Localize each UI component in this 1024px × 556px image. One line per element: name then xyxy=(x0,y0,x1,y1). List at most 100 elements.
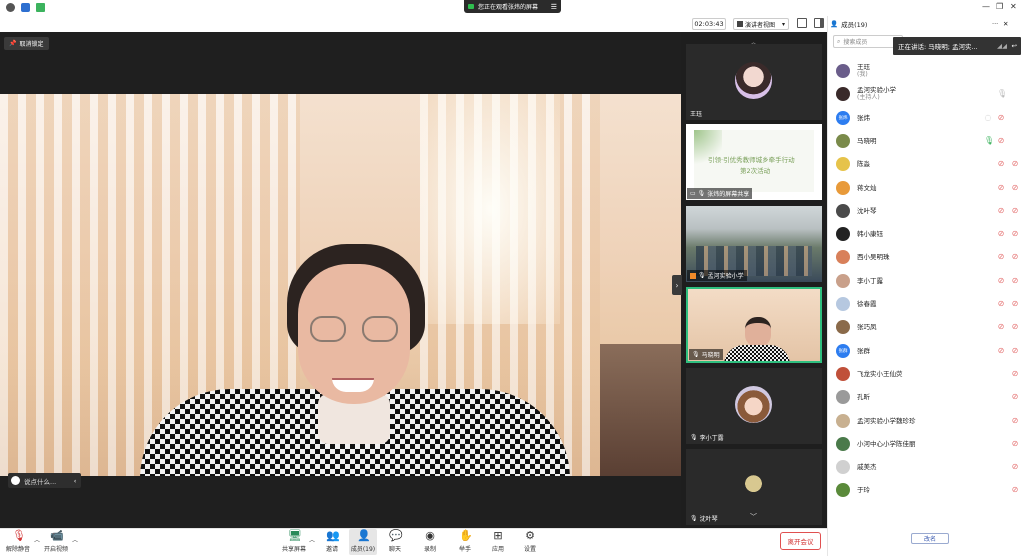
camera-off-icon[interactable]: ⊘ xyxy=(997,206,1005,215)
camera-off-icon[interactable]: ⊘ xyxy=(997,160,1005,168)
mic-icon[interactable]: 🎙 xyxy=(997,90,1007,98)
member-row[interactable]: 蒋文灿 ⊘ ⊘ xyxy=(836,178,1022,198)
back-icon[interactable]: ↩ xyxy=(1012,42,1017,50)
share-options-caret[interactable]: ︿ xyxy=(309,535,315,544)
member-row[interactable]: 飞龙实小王仙荧 ⊘ xyxy=(836,364,1022,384)
collapse-strip-button[interactable]: › xyxy=(672,275,682,295)
member-name-text: 李小丁露 xyxy=(857,276,883,285)
invite-button[interactable]: 👥 邀请 xyxy=(322,529,342,555)
camera-off-icon[interactable]: ⊘ xyxy=(997,300,1005,308)
more-icon[interactable]: ··· xyxy=(992,20,998,28)
chevron-down-icon[interactable]: ﹀ xyxy=(750,512,757,522)
chevron-left-icon[interactable]: ‹ xyxy=(69,477,81,485)
camera-off-icon[interactable]: ⊘ xyxy=(997,183,1005,192)
member-row[interactable]: 孟河实验小学 (主持人) 🎙 xyxy=(836,84,1022,104)
member-row[interactable]: 小河中心小学陈佳丽 ⊘ xyxy=(836,434,1022,454)
members-button[interactable]: 👤 成员(19) xyxy=(349,529,377,555)
menu-icon[interactable]: ☰ xyxy=(551,3,557,11)
mic-off-icon[interactable]: ⊘ xyxy=(1011,206,1019,215)
member-row[interactable]: 张巧凤 ⊘ ⊘ xyxy=(836,317,1022,337)
mic-off-icon[interactable]: ⊘ xyxy=(1011,323,1019,331)
mic-off-icon[interactable]: ⊘ xyxy=(1011,369,1019,378)
start-video-button[interactable]: 📹 开启视频 xyxy=(42,529,70,555)
mic-off-icon[interactable]: ⊘ xyxy=(1011,486,1019,494)
member-name: 孟河实验小学魏珍珍 xyxy=(857,417,916,425)
leave-meeting-button[interactable]: 离开会议 xyxy=(780,532,821,550)
mic-off-icon[interactable]: ⊘ xyxy=(1011,416,1019,425)
gallery-tile-wangjue[interactable]: 王珏 xyxy=(686,44,822,120)
gallery-tile-lixiaodinglu[interactable]: 🎙 李小丁露 xyxy=(686,368,822,444)
mic-off-icon[interactable]: ⊘ xyxy=(1011,439,1019,448)
avatar xyxy=(836,436,850,451)
mic-off-icon[interactable]: ⊘ xyxy=(1011,230,1019,238)
emoji-icon[interactable] xyxy=(11,476,20,485)
gallery-tile-maxiaoming[interactable]: 🎙 马晓明 xyxy=(686,287,822,363)
camera-off-icon[interactable]: ⊘ xyxy=(997,346,1005,355)
close-icon[interactable]: ✕ xyxy=(1010,2,1017,11)
title-bar: 您正在观看张炜的屏幕 ☰ — ❐ ✕ xyxy=(0,0,1024,16)
member-row[interactable]: 陈淼 ⊘ ⊘ xyxy=(836,154,1022,174)
record-button[interactable]: ◉ 录制 xyxy=(421,529,439,555)
member-row[interactable]: 王珏 (我) xyxy=(836,61,1022,81)
gallery-tile-screen-share[interactable]: 引领·引优秀教师城乡牵手行动 第2次活动 ▭ 🎙 张炜的屏幕共享 xyxy=(686,124,822,200)
mic-off-icon[interactable]: ⊘ xyxy=(1011,253,1019,261)
member-row[interactable]: 孟河实验小学魏珍珍 ⊘ xyxy=(836,411,1022,431)
members-icon: 👤 xyxy=(357,529,371,542)
camera-off-icon[interactable]: ⊘ xyxy=(997,253,1005,261)
mic-off-icon[interactable]: ⊘ xyxy=(1011,393,1019,401)
member-row[interactable]: 张炜 张炜 ◌ ⊘ xyxy=(836,108,1022,128)
settings-button[interactable]: ⚙ 设置 xyxy=(521,529,539,555)
sidebar-toggle-icon[interactable] xyxy=(814,18,824,28)
start-video-label: 开启视频 xyxy=(43,546,68,553)
member-name: 韩小康钰 xyxy=(857,230,883,238)
unlock-button[interactable]: 📌 取消锁定 xyxy=(4,37,49,50)
mic-off-icon[interactable]: ⊘ xyxy=(1011,300,1019,308)
shield-icon[interactable] xyxy=(21,3,30,12)
apps-button[interactable]: ⊞ 应用 xyxy=(489,529,507,555)
camera-off-icon: 📹 xyxy=(50,529,64,542)
unmute-button[interactable]: 🎙 解除静音 xyxy=(4,529,32,555)
member-row[interactable]: 李小丁露 ⊘ ⊘ xyxy=(836,271,1022,291)
member-row[interactable]: 马晓明 🎙 ⊘ xyxy=(836,131,1022,151)
audio-options-caret[interactable]: ︿ xyxy=(34,535,40,544)
signal-icon[interactable] xyxy=(36,3,45,12)
camera-off-icon[interactable]: ⊘ xyxy=(997,230,1005,238)
member-row[interactable]: 沈叶琴 ⊘ ⊘ xyxy=(836,201,1022,221)
info-icon[interactable] xyxy=(6,3,15,12)
member-row[interactable]: 西小吴明珠 ⊘ ⊘ xyxy=(836,247,1022,267)
member-name-text: 沈叶琴 xyxy=(857,206,877,215)
panel-close-icon[interactable]: ✕ xyxy=(1003,20,1008,28)
chat-button[interactable]: 💬 聊天 xyxy=(386,529,404,555)
screen-share-indicator[interactable]: 您正在观看张炜的屏幕 ☰ xyxy=(464,0,561,13)
member-row[interactable]: 孔昕 ⊘ xyxy=(836,387,1022,407)
video-options-caret[interactable]: ︿ xyxy=(72,535,78,544)
minimize-icon[interactable]: — xyxy=(982,2,990,11)
member-row[interactable]: 戚美杰 ⊘ xyxy=(836,457,1022,477)
camera-off-icon[interactable]: ⊘ xyxy=(997,323,1005,331)
share-screen-button[interactable]: 🖥 共享屏幕 xyxy=(281,529,307,555)
mic-off-icon[interactable]: ⊘ xyxy=(1011,183,1019,192)
camera-off-icon[interactable]: ⊘ xyxy=(997,136,1005,145)
member-row[interactable]: 韩小康钰 ⊘ ⊘ xyxy=(836,224,1022,244)
camera-off-icon[interactable]: ⊘ xyxy=(997,113,1005,122)
restore-icon[interactable]: ❐ xyxy=(996,2,1003,11)
member-row[interactable]: 张群 张群 ⊘ ⊘ xyxy=(836,341,1022,361)
member-row[interactable]: 于玲 ⊘ xyxy=(836,480,1022,500)
mic-active-icon[interactable]: 🎙 xyxy=(984,136,994,145)
gallery-tile-menghe[interactable]: 🎙 孟河实验小学 xyxy=(686,206,822,282)
mic-off-icon[interactable]: ⊘ xyxy=(1011,463,1019,471)
chat-input[interactable]: 说点什么... ‹ xyxy=(8,473,81,488)
member-row[interactable]: 徐春霞 ⊘ ⊘ xyxy=(836,294,1022,314)
camera-off-icon[interactable]: ⊘ xyxy=(997,276,1005,285)
mic-off-icon[interactable]: ⊘ xyxy=(1011,276,1019,285)
raise-hand-button[interactable]: ✋ 举手 xyxy=(456,529,474,555)
mic-icon[interactable]: ◌ xyxy=(984,113,992,122)
grid-icon xyxy=(737,21,743,27)
rename-button[interactable]: 改名 xyxy=(911,533,949,544)
mic-off-icon[interactable]: ⊘ xyxy=(1011,160,1019,168)
fullscreen-icon[interactable] xyxy=(797,18,807,28)
leaf-decoration xyxy=(694,130,722,170)
view-mode-dropdown[interactable]: 演讲者视图 ▾ xyxy=(733,18,789,30)
mic-off-icon[interactable]: ⊘ xyxy=(1011,346,1019,355)
avatar xyxy=(836,87,850,102)
